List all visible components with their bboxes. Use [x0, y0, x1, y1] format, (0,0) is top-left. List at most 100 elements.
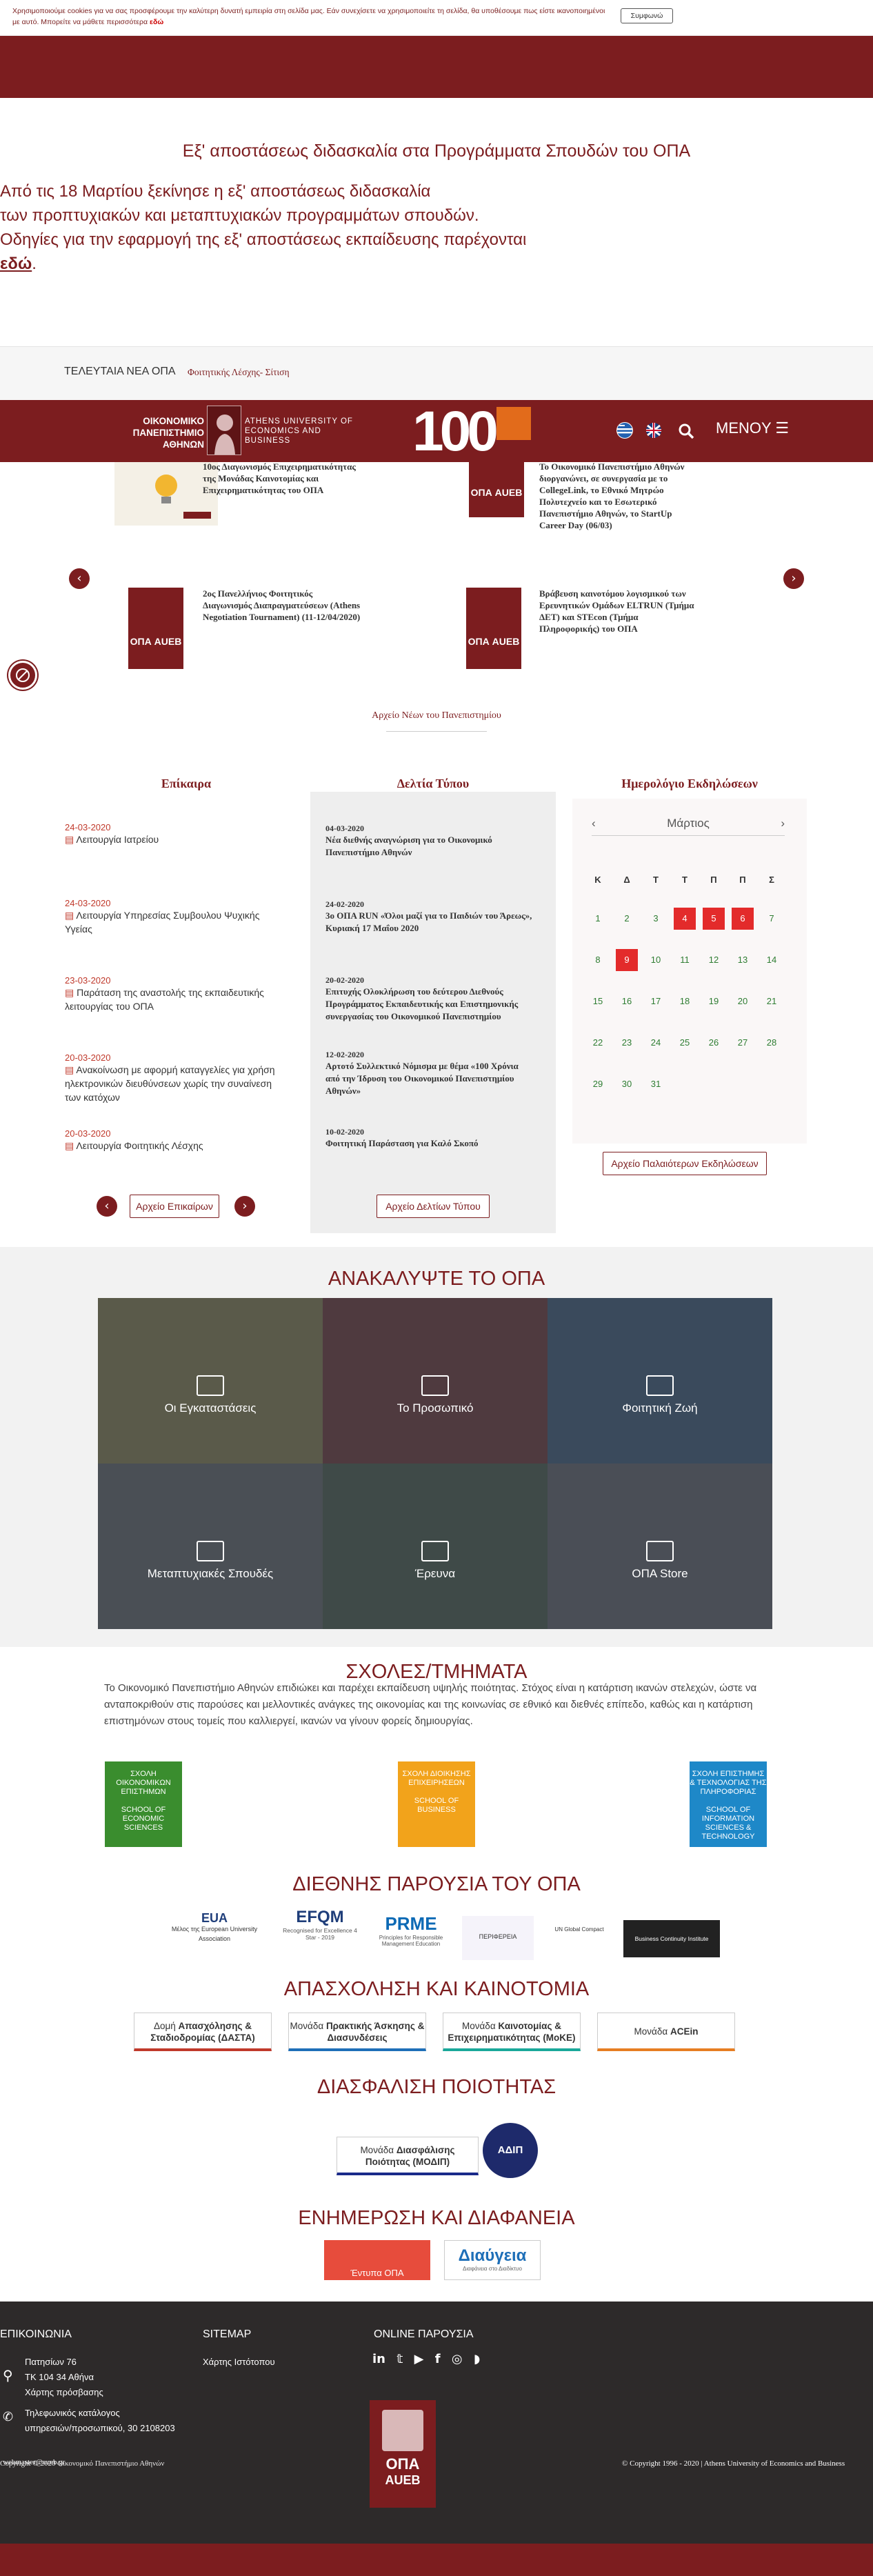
calendar-day[interactable]: 30 — [616, 1073, 638, 1095]
calendar-day[interactable]: 9 — [616, 949, 638, 971]
partner-efqm[interactable]: EFQM Recognised for Excellence 4 Star - 2… — [279, 1908, 361, 1952]
news-thumb-aueb-3[interactable]: ΟΠΑ AUEB — [128, 588, 183, 669]
notice-link[interactable]: εδώ — [0, 254, 32, 273]
news-title-1[interactable]: 10ος Διαγωνισμός Επιχειρηματικότητας της… — [203, 461, 361, 496]
forms-link[interactable]: Έντυπα ΟΠΑ — [324, 2240, 430, 2280]
unit-internship[interactable]: Μονάδα Πρακτικής Άσκησης & Διασυνδέσεις — [288, 2013, 426, 2051]
events-archive-button[interactable]: Αρχείο Παλαιότερων Εκδηλώσεων — [603, 1152, 767, 1175]
school-business[interactable]: ΣΧΟΛΗ ΔΙΟΙΚΗΣΗΣ ΕΠΙΧΕΙΡΗΣΕΩΝ SCHOOL OF BU… — [398, 1761, 475, 1847]
linkedin-icon[interactable]: in — [372, 2352, 385, 2366]
accessibility-icon[interactable] — [8, 661, 37, 690]
cookie-more-link[interactable]: εδώ — [150, 18, 163, 26]
facebook-icon[interactable]: f — [435, 2352, 441, 2366]
news-title-4[interactable]: Βράβευση καινοτόμου λογισμικού των Ερευν… — [539, 588, 698, 635]
announcements-prev-icon[interactable]: ‹ — [97, 1196, 117, 1217]
ticker-item[interactable]: Φοιτητικής Λέσχης- Σίτιση — [188, 367, 290, 378]
calendar-day[interactable]: 27 — [732, 1032, 754, 1054]
uk-flag-icon[interactable] — [645, 422, 662, 439]
calendar-day[interactable]: 8 — [587, 949, 609, 971]
calendar-day[interactable]: 20 — [732, 990, 754, 1012]
calendar-day[interactable]: 29 — [587, 1073, 609, 1095]
news-title-3[interactable]: 2ος Πανελλήνιος Φοιτητικός Διαγωνισμός Δ… — [203, 588, 361, 623]
tile-postgraduate[interactable]: Μεταπτυχιακές Σπουδές — [98, 1464, 323, 1629]
adip-badge[interactable]: ΑΔΙΠ — [483, 2123, 538, 2178]
unit-modip[interactable]: Μονάδα Διασφάλισης Ποιότητας (ΜΟΔΙΠ) — [337, 2137, 479, 2175]
announcements-archive-button[interactable]: Αρχείο Επικαίρων — [130, 1195, 219, 1218]
press-item[interactable]: 20-02-2020 Επιτυχής Ολοκλήρωση του δεύτε… — [325, 975, 532, 1023]
calendar-day[interactable]: 18 — [674, 990, 696, 1012]
unit-dasta[interactable]: Δομή Απασχόλησης & Σταδιοδρομίας (ΔΑΣΤΑ) — [134, 2013, 272, 2051]
diavgeia-link[interactable]: Διαύγεια Διαφάνεια στο Διαδίκτυο — [444, 2240, 541, 2280]
calendar-day[interactable]: 10 — [645, 949, 667, 971]
press-item[interactable]: 12-02-2020 Αρτοτό Συλλεκτικό Νόμισμα με … — [325, 1050, 532, 1097]
calendar-day[interactable]: 16 — [616, 990, 638, 1012]
cookie-accept-button[interactable]: Συμφωνώ — [621, 8, 673, 23]
news-next-arrow-icon[interactable]: › — [783, 568, 804, 589]
tile-research[interactable]: Έρευνα — [323, 1464, 548, 1629]
map-link[interactable]: Χάρτης πρόσβασης — [0, 2385, 175, 2400]
announcement-item[interactable]: 24-03-2020 ▤ Λειτουργία Ιατρείου — [65, 822, 285, 846]
calendar-day[interactable]: 25 — [674, 1032, 696, 1054]
press-item[interactable]: 24-02-2020 3ο ΟΠΑ RUN «Όλοι μαζί για το … — [325, 899, 532, 935]
sitemap-link[interactable]: Χάρτης Ιστότοπου — [203, 2355, 275, 2370]
tile-facilities[interactable]: Οι Εγκαταστάσεις — [98, 1298, 323, 1464]
press-item[interactable]: 04-03-2020 Νέα διεθνής αναγνώριση για το… — [325, 823, 532, 859]
partner-region[interactable]: ΠΕΡΙΦΕΡΕΙΑ — [462, 1916, 534, 1960]
calendar-day[interactable]: 17 — [645, 990, 667, 1012]
calendar-day[interactable]: 1 — [587, 908, 609, 930]
calendar-day[interactable]: 19 — [703, 990, 725, 1012]
calendar-day[interactable]: 2 — [616, 908, 638, 930]
announcement-item[interactable]: 23-03-2020 ▤ Παράταση της αναστολής της … — [65, 975, 285, 1013]
logo-greek[interactable]: ΟΙΚΟΝΟΜΙΚΟ ΠΑΝΕΠΙΣΤΗΜΙΟ ΑΘΗΝΩΝ — [102, 415, 204, 450]
tile-store[interactable]: ΟΠΑ Store — [548, 1464, 772, 1629]
calendar-day[interactable]: 23 — [616, 1032, 638, 1054]
calendar-day[interactable]: 28 — [761, 1032, 783, 1054]
announcement-item[interactable]: 20-03-2020 ▤ Ανακοίνωση με αφορμή καταγγ… — [65, 1052, 285, 1110]
news-title-2[interactable]: Το Οικονομικό Πανεπιστήμιο Αθηνών διοργα… — [539, 461, 698, 531]
calendar-prev-icon[interactable]: ‹ — [592, 817, 596, 830]
calendar-day[interactable]: 31 — [645, 1073, 667, 1095]
tile-staff[interactable]: Το Προσωπικό — [323, 1298, 548, 1464]
partner-prme[interactable]: PRME Principles for Responsible Managemen… — [372, 1913, 450, 1957]
calendar-day[interactable]: 24 — [645, 1032, 667, 1054]
rss-icon[interactable]: ◗ — [474, 2352, 480, 2366]
calendar-day[interactable]: 4 — [674, 908, 696, 930]
news-thumb-aueb-2[interactable]: ΟΠΑ AUEB — [469, 455, 524, 517]
partner-eua[interactable]: EUA Μέλος της European University Associa… — [163, 1912, 266, 1957]
press-item[interactable]: 10-02-2020 Φοιτητική Παράσταση για Καλό … — [325, 1127, 532, 1150]
announcement-item[interactable]: 24-03-2020 ▤ Λειτουργία Υπηρεσίας Συμβου… — [65, 898, 285, 936]
calendar-day[interactable]: 12 — [703, 949, 725, 971]
calendar-day[interactable]: 6 — [732, 908, 754, 930]
university-logo-icon[interactable] — [207, 406, 241, 455]
menu-button[interactable]: MENOY ☰ — [716, 419, 789, 437]
partner-un-global-compact[interactable]: UN Global Compact — [545, 1916, 614, 1960]
greek-flag-icon[interactable] — [616, 422, 633, 439]
unit-acein[interactable]: Μονάδα ACEin — [597, 2013, 735, 2051]
announcement-item[interactable]: 20-03-2020 ▤ Λειτουργία Φοιτητικής Λέσχη… — [65, 1128, 285, 1152]
footer-logo[interactable]: ΟΠΑ AUEB — [370, 2400, 436, 2508]
unit-moke[interactable]: Μονάδα Καινοτομίας & Επιχειρηματικότητας… — [443, 2013, 581, 2051]
news-thumb-aueb-4[interactable]: ΟΠΑ AUEB — [466, 588, 521, 669]
search-icon[interactable] — [677, 422, 695, 440]
tile-student-life[interactable]: Φοιτητική Ζωή — [548, 1298, 772, 1464]
press-archive-button[interactable]: Αρχείο Δελτίων Τύπου — [377, 1195, 490, 1218]
calendar-next-icon[interactable]: › — [781, 817, 785, 830]
announcements-next-icon[interactable]: › — [234, 1196, 255, 1217]
logo-english[interactable]: ATHENS UNIVERSITY OF ECONOMICS AND BUSIN… — [245, 417, 369, 446]
calendar-day[interactable]: 26 — [703, 1032, 725, 1054]
news-prev-arrow-icon[interactable]: ‹ — [69, 568, 90, 589]
twitter-icon[interactable]: 𝕥 — [397, 2352, 403, 2366]
calendar-day[interactable]: 21 — [761, 990, 783, 1012]
youtube-icon[interactable]: ▶ — [414, 2352, 424, 2366]
instagram-icon[interactable]: ◎ — [452, 2352, 463, 2366]
partner-bci[interactable]: Business Continuity Institute — [623, 1920, 720, 1957]
calendar-day[interactable]: 7 — [761, 908, 783, 930]
calendar-day[interactable]: 3 — [645, 908, 667, 930]
calendar-day[interactable]: 13 — [732, 949, 754, 971]
school-economics[interactable]: ΣΧΟΛΗ ΟΙΚΟΝΟΜΙΚΩΝ ΕΠΙΣΤΗΜΩΝ SCHOOL OF ECO… — [105, 1761, 182, 1847]
calendar-day[interactable]: 5 — [703, 908, 725, 930]
school-information[interactable]: ΣΧΟΛΗ ΕΠΙΣΤΗΜΗΣ & ΤΕΧΝΟΛΟΓΙΑΣ ΤΗΣ ΠΛΗΡΟΦ… — [690, 1761, 767, 1847]
calendar-day[interactable]: 14 — [761, 949, 783, 971]
calendar-day[interactable]: 22 — [587, 1032, 609, 1054]
calendar-day[interactable]: 15 — [587, 990, 609, 1012]
